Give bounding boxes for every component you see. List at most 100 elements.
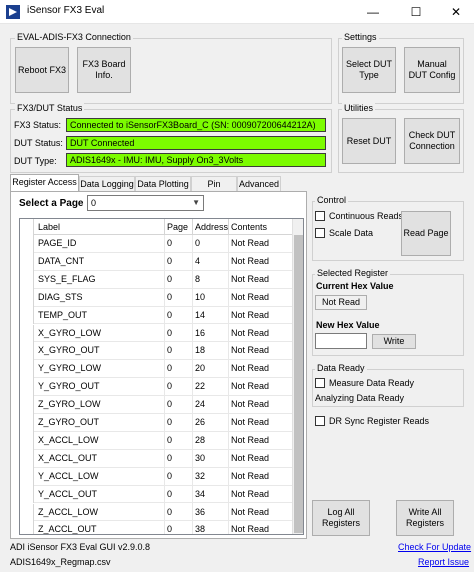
report-issue-link[interactable]: Report Issue — [418, 557, 469, 567]
table-cell-address[interactable]: 34 — [192, 485, 228, 504]
page-select[interactable]: 0 ▼ — [87, 195, 204, 211]
table-cell-address[interactable]: 28 — [192, 431, 228, 450]
table-row[interactable]: PAGE_ID 0 0 Not Read — [20, 235, 292, 253]
row-selector[interactable] — [20, 360, 34, 379]
table-cell-page[interactable]: 0 — [164, 431, 192, 450]
table-cell-address[interactable]: 24 — [192, 396, 228, 414]
column-header-page[interactable]: Page — [164, 219, 192, 235]
table-cell-address[interactable]: 14 — [192, 306, 228, 325]
register-table[interactable]: Label Page Address Contents PAGE_ID 0 0 Not… — [19, 218, 304, 535]
table-cell-contents[interactable]: Not Read — [228, 342, 292, 361]
table-cell-contents[interactable]: Not Read — [228, 235, 292, 253]
table-cell-address[interactable]: 20 — [192, 360, 228, 379]
table-cell-label[interactable]: Z_GYRO_LOW — [36, 396, 164, 414]
table-cell-address[interactable]: 10 — [192, 288, 228, 307]
table-cell-address[interactable]: 8 — [192, 270, 228, 289]
table-cell-contents[interactable]: Not Read — [228, 396, 292, 414]
manual-dut-config-button[interactable]: Manual DUT Config — [404, 47, 460, 93]
table-cell-label[interactable]: X_GYRO_LOW — [36, 325, 164, 343]
table-cell-page[interactable]: 0 — [164, 378, 192, 397]
column-header-address[interactable]: Address — [192, 219, 228, 235]
table-cell-address[interactable]: 22 — [192, 378, 228, 397]
column-header-label[interactable]: Label — [36, 219, 164, 235]
table-cell-label[interactable]: Y_ACCL_LOW — [36, 468, 164, 486]
continuous-reads-checkbox[interactable] — [315, 211, 325, 221]
table-row[interactable]: X_GYRO_LOW 0 16 Not Read — [20, 324, 292, 343]
write-all-registers-button[interactable]: Write All Registers — [396, 500, 454, 536]
table-cell-label[interactable]: DIAG_STS — [36, 289, 164, 307]
table-row[interactable]: DIAG_STS 0 10 Not Read — [20, 288, 292, 307]
table-cell-page[interactable]: 0 — [164, 306, 192, 325]
measure-data-ready-checkbox[interactable] — [315, 378, 325, 388]
table-cell-contents[interactable]: Not Read — [228, 360, 292, 379]
table-cell-label[interactable]: Z_GYRO_OUT — [36, 414, 164, 432]
table-cell-contents[interactable]: Not Read — [228, 252, 292, 271]
row-selector[interactable] — [20, 467, 34, 486]
minimize-button[interactable]: — — [353, 0, 393, 24]
tab-advanced[interactable]: Advanced — [237, 176, 281, 191]
row-selector[interactable] — [20, 396, 34, 414]
table-cell-label[interactable]: SYS_E_FLAG — [36, 271, 164, 289]
row-selector[interactable] — [20, 503, 34, 522]
table-cell-page[interactable]: 0 — [164, 396, 192, 414]
table-cell-page[interactable]: 0 — [164, 360, 192, 379]
tab-data-plotting[interactable]: Data Plotting — [135, 176, 191, 191]
table-cell-contents[interactable]: Not Read — [228, 449, 292, 468]
row-selector[interactable] — [20, 485, 34, 504]
table-row[interactable]: DATA_CNT 0 4 Not Read — [20, 252, 292, 271]
close-button[interactable]: ✕ — [436, 0, 474, 24]
row-selector[interactable] — [20, 414, 34, 432]
row-selector[interactable] — [20, 288, 34, 307]
row-selector[interactable] — [20, 431, 34, 450]
table-cell-contents[interactable]: Not Read — [228, 414, 292, 432]
table-cell-page[interactable]: 0 — [164, 467, 192, 486]
table-row[interactable]: Z_GYRO_LOW 0 24 Not Read — [20, 396, 292, 414]
table-cell-contents[interactable]: Not Read — [228, 324, 292, 343]
table-cell-label[interactable]: Y_GYRO_LOW — [36, 360, 164, 378]
table-cell-contents[interactable]: Not Read — [228, 288, 292, 307]
table-scrollbar-thumb[interactable] — [294, 235, 303, 533]
table-row[interactable]: Y_ACCL_OUT 0 34 Not Read — [20, 485, 292, 504]
table-cell-page[interactable]: 0 — [164, 270, 192, 289]
reset-dut-button[interactable]: Reset DUT — [342, 118, 396, 164]
table-row[interactable]: X_ACCL_LOW 0 28 Not Read — [20, 431, 292, 450]
table-cell-page[interactable]: 0 — [164, 235, 192, 253]
table-row[interactable]: Y_GYRO_LOW 0 20 Not Read — [20, 360, 292, 379]
select-dut-type-button[interactable]: Select DUT Type — [342, 47, 396, 93]
column-header-contents[interactable]: Contents — [228, 219, 292, 235]
row-selector[interactable] — [20, 342, 34, 361]
tab-data-logging[interactable]: Data Logging — [79, 176, 135, 191]
table-row[interactable]: Z_GYRO_OUT 0 26 Not Read — [20, 414, 292, 432]
table-cell-page[interactable]: 0 — [164, 449, 192, 468]
table-cell-page[interactable]: 0 — [164, 252, 192, 271]
read-page-button[interactable]: Read Page — [401, 211, 451, 256]
check-dut-connection-button[interactable]: Check DUT Connection — [404, 118, 460, 164]
table-row[interactable]: TEMP_OUT 0 14 Not Read — [20, 306, 292, 325]
table-cell-label[interactable]: DATA_CNT — [36, 253, 164, 271]
table-cell-label[interactable]: TEMP_OUT — [36, 307, 164, 325]
row-selector[interactable] — [20, 449, 34, 468]
row-selector[interactable] — [20, 378, 34, 397]
table-cell-label[interactable]: X_ACCL_OUT — [36, 450, 164, 468]
table-cell-label[interactable]: Z_ACCL_LOW — [36, 504, 164, 522]
scale-data-checkbox[interactable] — [315, 228, 325, 238]
table-cell-page[interactable]: 0 — [164, 324, 192, 343]
table-cell-address[interactable]: 26 — [192, 414, 228, 432]
table-cell-address[interactable]: 0 — [192, 235, 228, 253]
log-all-registers-button[interactable]: Log All Registers — [312, 500, 370, 536]
tab-register-access[interactable]: Register Access — [10, 174, 79, 191]
fx3-board-info-button[interactable]: FX3 Board Info. — [77, 47, 131, 93]
table-cell-address[interactable]: 30 — [192, 449, 228, 468]
table-cell-contents[interactable]: Not Read — [228, 378, 292, 397]
table-cell-page[interactable]: 0 — [164, 503, 192, 522]
table-row[interactable]: X_ACCL_OUT 0 30 Not Read — [20, 449, 292, 468]
table-cell-label[interactable]: Y_GYRO_OUT — [36, 378, 164, 396]
table-row[interactable]: Z_ACCL_OUT 0 38 Not Read — [20, 521, 292, 534]
reboot-fx3-button[interactable]: Reboot FX3 — [15, 47, 69, 93]
table-cell-contents[interactable]: Not Read — [228, 485, 292, 504]
table-row[interactable]: X_GYRO_OUT 0 18 Not Read — [20, 342, 292, 361]
tab-pin-access[interactable]: Pin Access — [191, 176, 237, 203]
table-cell-contents[interactable]: Not Read — [228, 270, 292, 289]
table-row[interactable]: SYS_E_FLAG 0 8 Not Read — [20, 270, 292, 289]
table-cell-contents[interactable]: Not Read — [228, 521, 292, 534]
